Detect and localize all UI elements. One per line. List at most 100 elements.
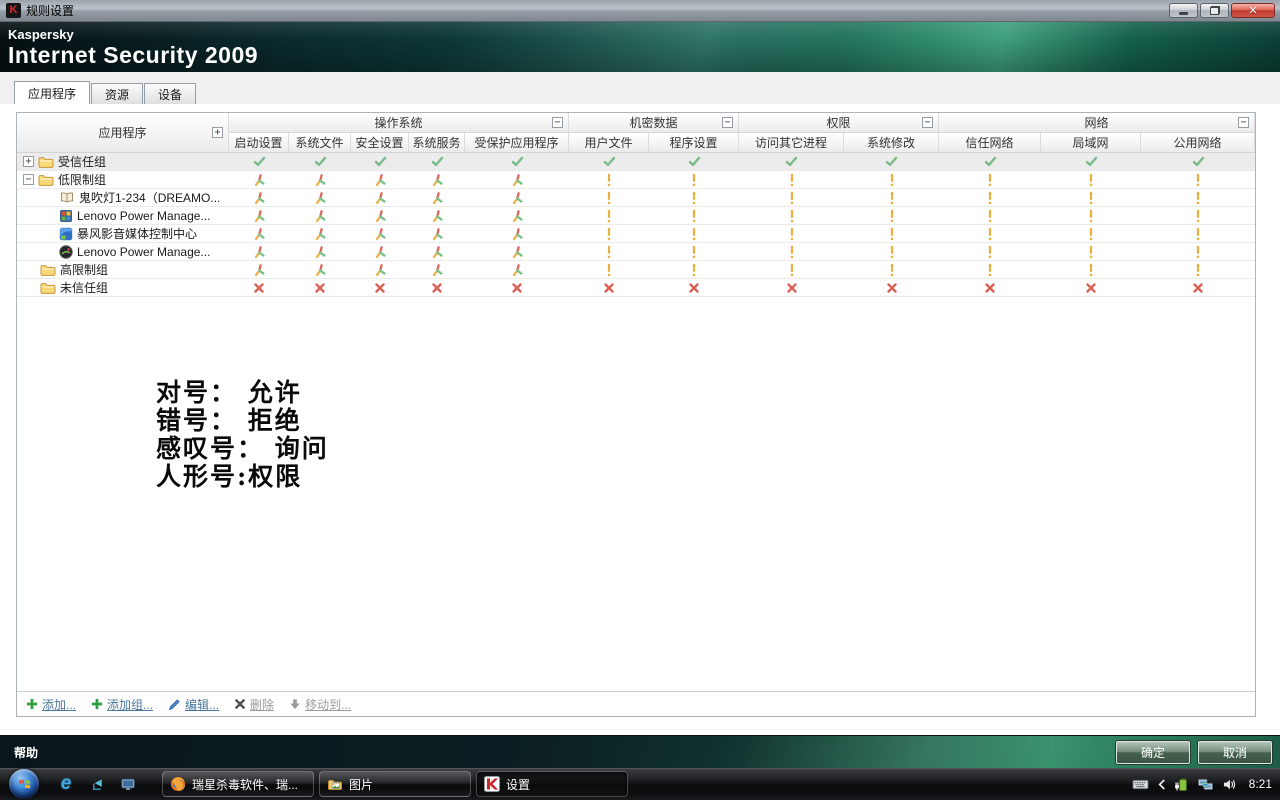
internet-explorer-launcher[interactable]: e xyxy=(56,774,76,794)
rule-cell-ask[interactable] xyxy=(1141,225,1255,242)
table-row[interactable]: 鬼吹灯1-234（DREAMO... xyxy=(17,189,1255,207)
rule-cell-ask[interactable] xyxy=(844,171,939,188)
tab-devices[interactable]: 设备 xyxy=(144,83,197,104)
group-collapse-box[interactable]: − xyxy=(552,116,563,128)
rule-cell-person[interactable] xyxy=(229,189,289,206)
rule-cell-ask[interactable] xyxy=(844,225,939,242)
rule-cell-check[interactable] xyxy=(409,153,465,170)
rule-cell-cross[interactable] xyxy=(1041,279,1141,296)
rule-cell-check[interactable] xyxy=(569,153,649,170)
rule-cell-person[interactable] xyxy=(409,207,465,224)
group-collapse-box[interactable]: − xyxy=(1238,116,1249,128)
rule-cell-person[interactable] xyxy=(351,261,409,278)
power-battery-icon[interactable] xyxy=(1174,777,1189,792)
rule-cell-person[interactable] xyxy=(351,243,409,260)
rule-cell-ask[interactable] xyxy=(844,189,939,206)
rule-cell-check[interactable] xyxy=(1041,153,1141,170)
add-button[interactable]: 添加... xyxy=(26,696,76,713)
rule-cell-ask[interactable] xyxy=(739,243,844,260)
rule-cell-person[interactable] xyxy=(289,171,351,188)
rule-cell-ask[interactable] xyxy=(569,243,649,260)
window-switcher-launcher[interactable] xyxy=(87,774,107,794)
rule-cell-person[interactable] xyxy=(289,225,351,242)
rule-cell-cross[interactable] xyxy=(569,279,649,296)
rule-cell-ask[interactable] xyxy=(939,261,1041,278)
table-row[interactable]: 未信任组 xyxy=(17,279,1255,297)
rule-cell-cross[interactable] xyxy=(649,279,739,296)
rule-cell-ask[interactable] xyxy=(939,171,1041,188)
restore-button[interactable] xyxy=(1200,3,1229,18)
rule-cell-check[interactable] xyxy=(465,153,569,170)
rule-cell-ask[interactable] xyxy=(1041,207,1141,224)
rule-cell-person[interactable] xyxy=(289,207,351,224)
rule-cell-cross[interactable] xyxy=(739,279,844,296)
rule-cell-ask[interactable] xyxy=(739,261,844,278)
rule-cell-person[interactable] xyxy=(465,243,569,260)
help-link[interactable]: 帮助 xyxy=(14,744,38,761)
rule-cell-person[interactable] xyxy=(351,189,409,206)
table-row[interactable]: Lenovo Power Manage... xyxy=(17,243,1255,261)
rule-cell-check[interactable] xyxy=(844,153,939,170)
rule-cell-person[interactable] xyxy=(409,243,465,260)
rule-cell-ask[interactable] xyxy=(844,261,939,278)
rule-cell-ask[interactable] xyxy=(844,207,939,224)
group-collapse-box[interactable]: − xyxy=(722,116,733,128)
task-pictures[interactable]: 图片 xyxy=(319,771,471,797)
start-button[interactable] xyxy=(9,769,39,799)
keyboard-icon[interactable] xyxy=(1132,779,1149,790)
rule-cell-person[interactable] xyxy=(465,261,569,278)
collapse-chevron-icon[interactable] xyxy=(1157,778,1166,791)
rule-cell-cross[interactable] xyxy=(1141,279,1255,296)
rule-cell-ask[interactable] xyxy=(939,207,1041,224)
edit-button[interactable]: 编辑... xyxy=(168,696,219,713)
rule-cell-ask[interactable] xyxy=(569,225,649,242)
rule-cell-ask[interactable] xyxy=(1141,207,1255,224)
rule-cell-cross[interactable] xyxy=(844,279,939,296)
rule-cell-ask[interactable] xyxy=(569,261,649,278)
table-row[interactable]: 高限制组 xyxy=(17,261,1255,279)
rule-cell-person[interactable] xyxy=(351,207,409,224)
cancel-button[interactable]: 取消 xyxy=(1198,741,1272,764)
rule-cell-check[interactable] xyxy=(649,153,739,170)
rule-cell-ask[interactable] xyxy=(939,243,1041,260)
task-settings[interactable]: 设置 xyxy=(476,771,628,797)
rule-cell-check[interactable] xyxy=(229,153,289,170)
taskbar-clock[interactable]: 8:21 xyxy=(1249,777,1272,791)
rule-cell-person[interactable] xyxy=(289,243,351,260)
rule-cell-ask[interactable] xyxy=(569,207,649,224)
rule-cell-check[interactable] xyxy=(1141,153,1255,170)
rule-cell-ask[interactable] xyxy=(1041,189,1141,206)
rule-cell-cross[interactable] xyxy=(229,279,289,296)
rule-cell-ask[interactable] xyxy=(649,189,739,206)
rule-cell-ask[interactable] xyxy=(1041,243,1141,260)
rule-cell-person[interactable] xyxy=(229,171,289,188)
rule-cell-person[interactable] xyxy=(465,207,569,224)
rule-cell-ask[interactable] xyxy=(649,243,739,260)
rule-cell-ask[interactable] xyxy=(939,189,1041,206)
rule-cell-person[interactable] xyxy=(289,189,351,206)
table-row[interactable]: Lenovo Power Manage... xyxy=(17,207,1255,225)
rule-cell-ask[interactable] xyxy=(739,189,844,206)
app-column-expand-box[interactable]: + xyxy=(212,126,223,138)
rule-cell-person[interactable] xyxy=(289,261,351,278)
ok-button[interactable]: 确定 xyxy=(1116,741,1190,764)
rule-cell-ask[interactable] xyxy=(739,225,844,242)
collapse-box[interactable]: − xyxy=(23,174,34,185)
rule-cell-ask[interactable] xyxy=(1041,225,1141,242)
table-row[interactable]: 暴风影音媒体控制中心 xyxy=(17,225,1255,243)
rule-cell-ask[interactable] xyxy=(1041,171,1141,188)
network-icon[interactable] xyxy=(1197,778,1214,791)
minimize-button[interactable] xyxy=(1169,3,1198,18)
rule-cell-cross[interactable] xyxy=(465,279,569,296)
rule-cell-person[interactable] xyxy=(409,225,465,242)
rule-cell-check[interactable] xyxy=(351,153,409,170)
rule-cell-ask[interactable] xyxy=(1141,261,1255,278)
rule-cell-ask[interactable] xyxy=(569,171,649,188)
rule-cell-cross[interactable] xyxy=(289,279,351,296)
volume-icon[interactable] xyxy=(1222,778,1237,791)
task-rising-antivirus[interactable]: 瑞星杀毒软件、瑞... xyxy=(162,771,314,797)
table-row[interactable]: + 受信任组 xyxy=(17,153,1255,171)
rule-cell-person[interactable] xyxy=(465,171,569,188)
rule-cell-ask[interactable] xyxy=(739,207,844,224)
rule-cell-check[interactable] xyxy=(939,153,1041,170)
